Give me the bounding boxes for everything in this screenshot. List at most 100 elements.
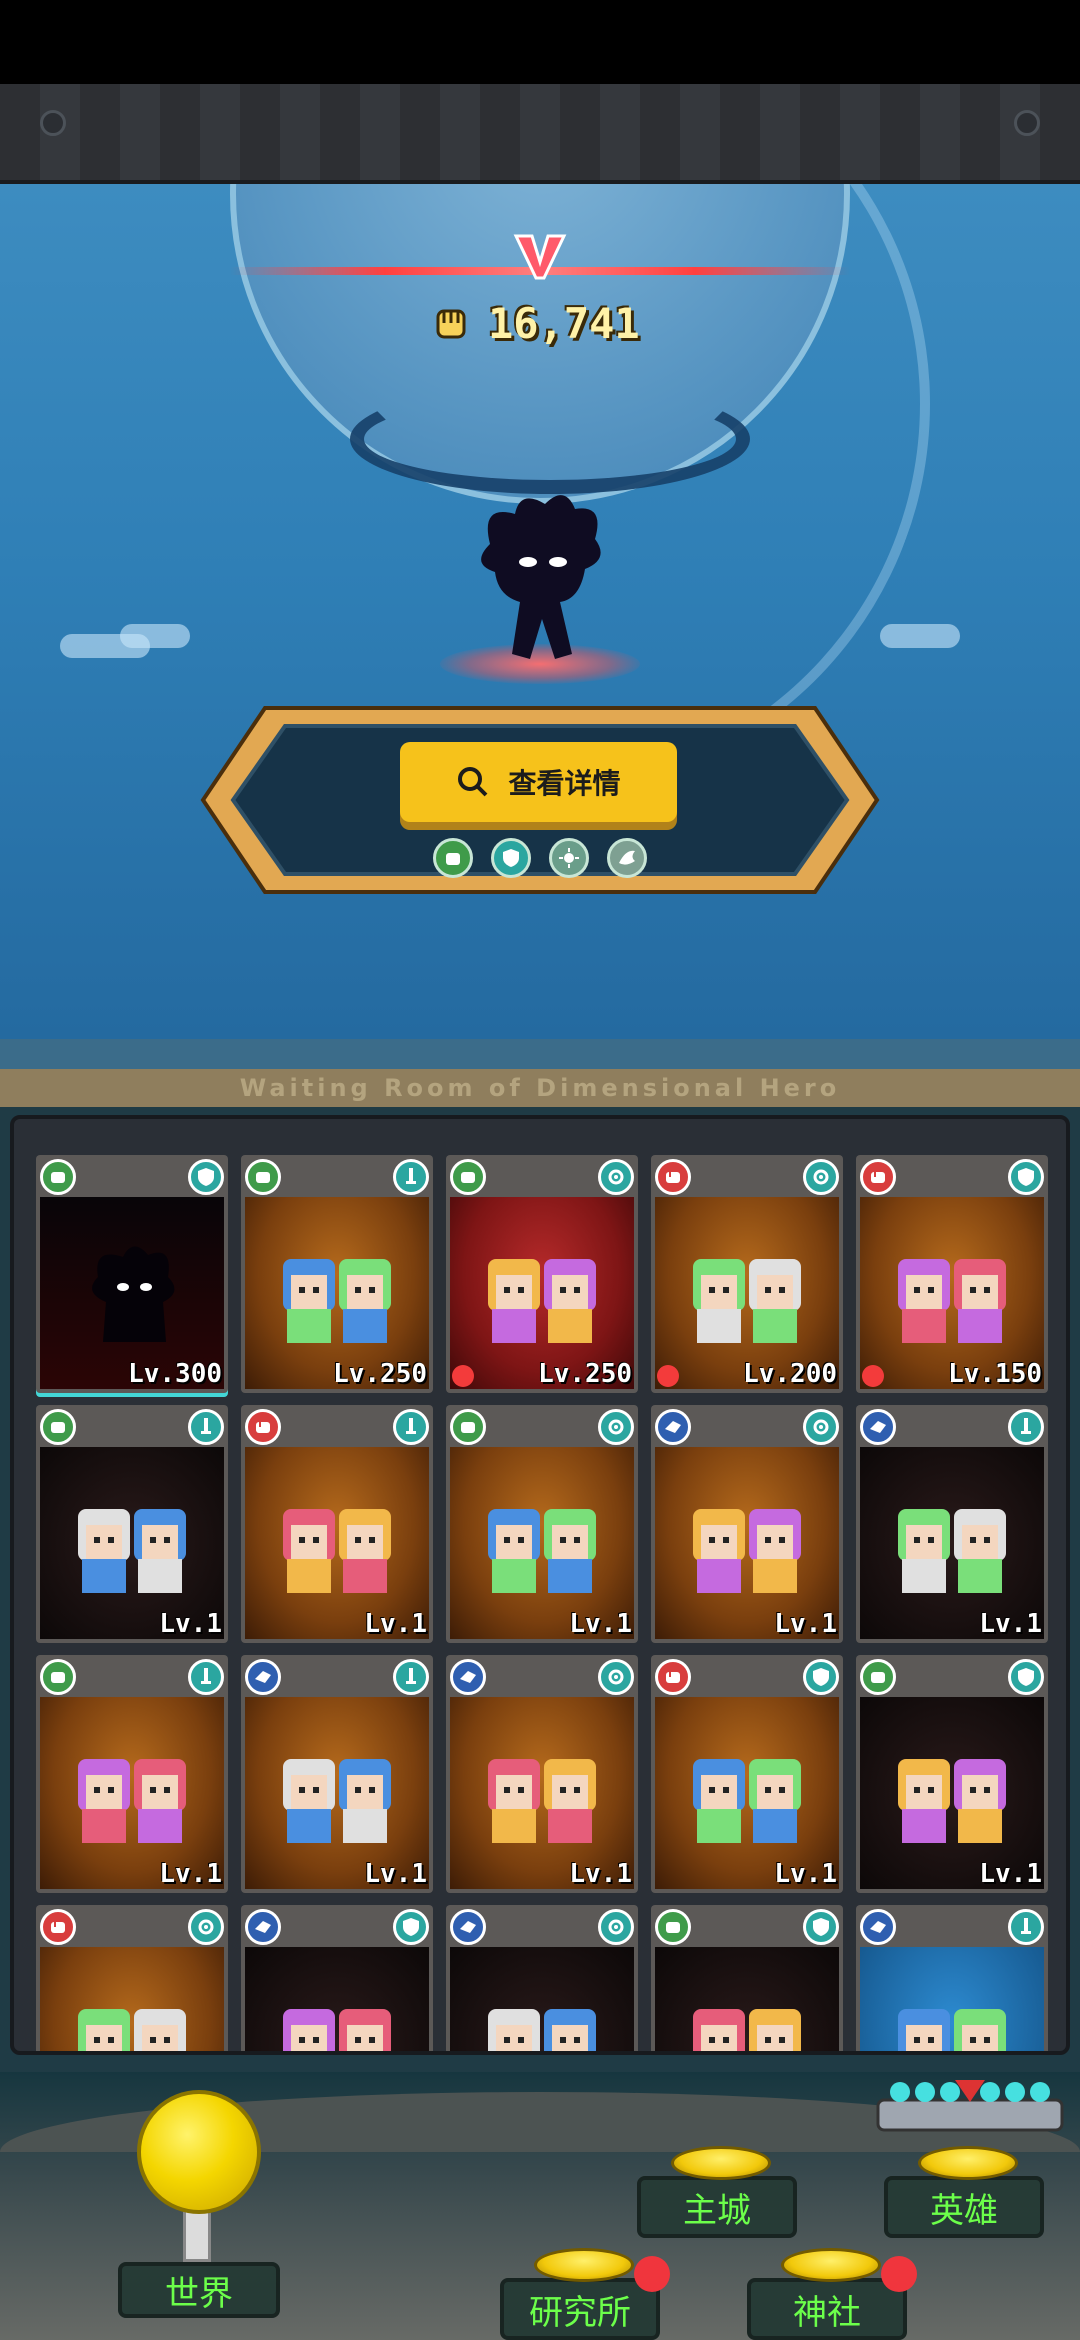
type-green-icon xyxy=(245,1159,281,1195)
nav-main-city-button[interactable]: 主城 xyxy=(637,2146,797,2238)
skill-burst-icon[interactable] xyxy=(549,838,589,878)
type-blue-icon xyxy=(860,1409,896,1445)
class-gear-icon xyxy=(598,1909,634,1945)
type-green-icon xyxy=(860,1659,896,1695)
type-blue-icon xyxy=(245,1909,281,1945)
hero-portrait xyxy=(283,1509,391,1593)
type-blue-icon xyxy=(860,1909,896,1945)
hero-level: Lv.250 xyxy=(333,1359,427,1389)
class-gear-icon xyxy=(803,1159,839,1195)
nav-research-button[interactable]: 研究所 xyxy=(500,2248,670,2340)
button-cap xyxy=(671,2146,771,2180)
class-gear-icon xyxy=(598,1159,634,1195)
hero-card[interactable]: Lv.200 xyxy=(651,1155,843,1393)
hero-level: Lv.300 xyxy=(128,1359,222,1389)
hero-level: Lv.150 xyxy=(948,1359,1042,1389)
view-details-button[interactable]: 查看详情 xyxy=(400,742,677,822)
hero-card-art xyxy=(245,1947,429,2051)
hero-card[interactable]: Lv.1 xyxy=(36,1405,228,1643)
notification-dot xyxy=(862,1365,884,1387)
hero-level: Lv.1 xyxy=(569,1609,632,1639)
hero-card[interactable]: Lv.150 xyxy=(856,1155,1048,1393)
class-shield-icon xyxy=(1008,1159,1044,1195)
cloud xyxy=(120,624,190,648)
hero-card[interactable]: Lv.1 xyxy=(241,1655,433,1893)
nav-hero-button[interactable]: 英雄 xyxy=(884,2146,1044,2238)
type-green-icon xyxy=(450,1409,486,1445)
button-cap xyxy=(534,2248,634,2282)
class-shield-icon xyxy=(803,1659,839,1695)
hero-card[interactable] xyxy=(651,1905,843,2051)
nav-world-button[interactable]: 世界 xyxy=(118,2262,280,2318)
hero-level: Lv.1 xyxy=(364,1859,427,1889)
nav-shrine-label: 神社 xyxy=(793,2292,861,2333)
hero-card[interactable]: Lv.1 xyxy=(446,1655,638,1893)
type-blue-icon xyxy=(655,1409,691,1445)
hero-card[interactable]: Lv.1 xyxy=(36,1655,228,1893)
hero-portrait xyxy=(78,1509,186,1593)
class-sword-icon xyxy=(393,1659,429,1695)
hero-card[interactable]: Lv.1 xyxy=(446,1405,638,1643)
hero-card[interactable] xyxy=(856,1905,1048,2051)
hero-card[interactable]: Lv.1 xyxy=(651,1655,843,1893)
class-gear-icon xyxy=(803,1409,839,1445)
hero-portrait xyxy=(898,2009,1006,2051)
hero-card[interactable]: Lv.1 xyxy=(651,1405,843,1643)
v-rank-icon xyxy=(513,234,567,280)
skill-wing-icon[interactable] xyxy=(607,838,647,878)
hero-card[interactable]: Lv.250 xyxy=(446,1155,638,1393)
shadow-vortex xyxy=(350,384,750,494)
hero-card[interactable] xyxy=(36,1905,228,2051)
type-green-icon xyxy=(655,1909,691,1945)
roster-frame: Lv.300 Lv.250 Lv.250 Lv.200 Lv.150 Lv.1 Lv.1 Lv… xyxy=(10,1115,1070,2055)
nav-hero-label[interactable]: 英雄 xyxy=(930,2183,998,2232)
hero-silhouette[interactable] xyxy=(460,484,620,674)
class-sword-icon xyxy=(188,1409,224,1445)
hero-card[interactable]: Lv.1 xyxy=(856,1405,1048,1643)
class-shield-icon xyxy=(803,1909,839,1945)
hero-card-art xyxy=(860,1947,1044,2051)
class-sword-icon xyxy=(1008,1909,1044,1945)
type-green-icon xyxy=(40,1409,76,1445)
fist-icon xyxy=(436,309,466,338)
class-gear-icon xyxy=(598,1659,634,1695)
hero-portrait xyxy=(898,1509,1006,1593)
joystick-ball[interactable] xyxy=(137,2090,261,2214)
hero-portrait xyxy=(488,1259,596,1343)
hero-portrait xyxy=(488,1759,596,1843)
hero-roster: Lv.300 Lv.250 Lv.250 Lv.200 Lv.150 Lv.1 Lv.1 Lv… xyxy=(0,1107,1080,2072)
bolt-decoration xyxy=(40,110,66,136)
notification-dot xyxy=(452,1365,474,1387)
hero-portrait xyxy=(78,2009,186,2051)
hero-card[interactable]: Lv.250 xyxy=(241,1155,433,1393)
nav-world-label: 世界 xyxy=(165,2273,233,2314)
hero-attribute-icons xyxy=(195,838,885,878)
hero-level: Lv.250 xyxy=(538,1359,632,1389)
hero-card[interactable] xyxy=(446,1905,638,2051)
hero-level: Lv.1 xyxy=(364,1609,427,1639)
view-details-label: 查看详情 xyxy=(508,768,621,799)
class-sword-icon xyxy=(393,1159,429,1195)
type-red-icon xyxy=(245,1409,281,1445)
hero-card-art xyxy=(655,1947,839,2051)
hero-level: Lv.1 xyxy=(979,1609,1042,1639)
class-sword-icon xyxy=(1008,1409,1044,1445)
hero-card-art xyxy=(40,1947,224,2051)
class-shield-icon[interactable] xyxy=(491,838,531,878)
hero-card[interactable]: Lv.300 xyxy=(36,1155,228,1393)
hero-crowd-decoration xyxy=(870,2072,1070,2136)
type-rock-icon[interactable] xyxy=(433,838,473,878)
hero-portrait xyxy=(283,1759,391,1843)
nav-shrine-button[interactable]: 神社 xyxy=(747,2248,917,2340)
bolt-decoration xyxy=(1014,110,1040,136)
type-blue-icon xyxy=(450,1659,486,1695)
hero-card[interactable] xyxy=(241,1905,433,2051)
status-bar xyxy=(0,0,1080,84)
hero-portrait xyxy=(78,1759,186,1843)
hero-portrait xyxy=(693,1259,801,1343)
hero-card[interactable]: Lv.1 xyxy=(241,1405,433,1643)
type-red-icon xyxy=(860,1159,896,1195)
hero-card[interactable]: Lv.1 xyxy=(856,1655,1048,1893)
notification-dot xyxy=(657,1365,679,1387)
type-green-icon xyxy=(40,1159,76,1195)
